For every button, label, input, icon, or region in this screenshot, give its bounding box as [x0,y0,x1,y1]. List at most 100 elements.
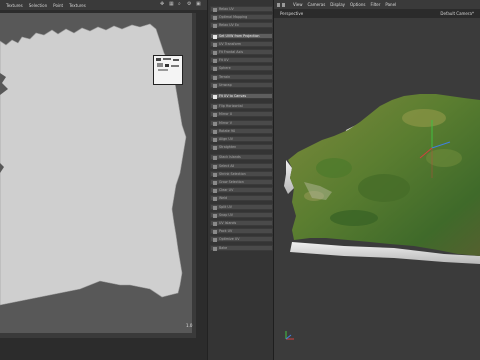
command-icon [213,222,217,226]
command-item[interactable]: Mirror V [210,119,273,126]
layout-icon[interactable]: ▣ [196,2,201,7]
command-item[interactable]: Bake [210,244,273,251]
viewport-menu-view[interactable]: View [293,2,303,7]
command-icon [213,16,217,21]
uv-horizontal-ruler[interactable] [0,333,196,338]
command-item[interactable]: Stack Islands [210,154,273,161]
command-item[interactable]: Optimize UV [210,236,273,243]
uv-menu-textures[interactable]: Textures [6,3,23,8]
command-item[interactable]: Weld [210,195,273,202]
command-item[interactable]: Snap UV [210,211,273,218]
command-item[interactable]: Clear UV [210,187,273,194]
viewport-panel: View Cameras Display Options Filter Pane… [274,0,480,360]
uv-canvas[interactable] [0,13,192,333]
command-item[interactable]: Align UV [210,136,273,142]
texture-preview-thumbnail[interactable] [153,55,183,85]
command-item[interactable]: Split UV [210,203,273,210]
command-item[interactable]: Set UVW from Projection [210,32,273,39]
command-item[interactable]: Flip Horizontal [210,103,273,110]
uv-toolbar-icons: ✥ ▦ ⌕ ⚙ ▣ [160,2,201,7]
command-icon [213,67,217,72]
command-item[interactable]: Fit UV [210,57,273,64]
move-icon[interactable]: ✥ [160,2,165,7]
command-item[interactable]: Optimal Mapping [210,14,273,21]
command-icon [213,8,217,12]
command-label: Split UV [219,204,233,209]
command-item[interactable]: Relax UV Ex [210,22,273,29]
viewport-menu-panel[interactable]: Panel [385,2,396,7]
command-label: Sphere [219,66,231,71]
command-label: Straighten [219,145,237,150]
command-icon [213,156,217,161]
command-label: Fit UV to Canvas [219,94,247,98]
gear-icon[interactable]: ⚙ [187,2,192,7]
command-icon [213,34,217,39]
command-label: Pack UV [219,229,233,234]
command-label: UV Islands [219,221,237,225]
command-item[interactable]: Sphere [210,65,273,72]
command-label: Align UV [219,137,233,141]
command-icon [213,95,217,99]
uv-menu-textures-2[interactable]: Textures [69,3,86,8]
command-icon [213,164,217,169]
viewport-camera-name[interactable]: Default Camera* [440,11,474,16]
uv-axis-max-label: 1.0 [186,323,193,328]
command-label: Optimal Mapping [219,15,248,20]
viewport-menu-options[interactable]: Options [350,2,365,7]
terrain-render [284,94,480,264]
command-icon [213,75,217,80]
command-item[interactable]: Grow Selection [210,179,273,185]
layout-icon[interactable] [277,2,280,7]
viewport-view-name: Perspective [280,11,304,16]
command-icon [213,205,217,210]
command-icon [213,189,217,194]
command-item[interactable]: Shrink Selection [210,170,273,177]
viewport-menu-display[interactable]: Display [330,2,345,7]
viewport-header: Perspective Default Camera* [274,9,480,18]
application-window: Textures Selection Point Textures ✥ ▦ ⌕ … [0,0,480,360]
command-icon [213,121,217,126]
command-item[interactable]: Fit UV to Canvas [210,93,273,99]
zoom-icon[interactable]: ⌕ [178,2,183,7]
command-label: Fit Frontal Axis [219,50,244,54]
command-label: Select All [219,163,235,168]
command-label: Stack Islands [219,155,241,160]
command-icon [213,42,217,47]
command-item[interactable]: UV Transform [210,40,273,47]
viewport-canvas[interactable] [274,18,480,360]
command-icon [213,51,217,55]
command-item[interactable]: UV Islands [210,220,273,226]
command-label: Shrink Selection [219,171,246,176]
uv-vertical-ruler[interactable] [192,13,196,333]
command-item[interactable]: Rotate 90 [210,127,273,134]
command-label: Bake [219,245,228,250]
command-label: Snap UV [219,212,234,217]
viewport-menu-filter[interactable]: Filter [370,2,380,7]
layout-icon[interactable] [282,2,285,7]
grid-icon[interactable]: ▦ [169,2,174,7]
command-item[interactable]: Terrain [210,73,273,80]
command-item[interactable]: Relax UV [210,6,273,12]
command-label: Set UVW from Projection [219,33,260,38]
command-icon [213,59,217,64]
command-label: Clear UV [219,188,234,193]
viewport-layout-icons [277,2,285,7]
command-label: Grow Selection [219,180,244,184]
texture-preview-image [154,56,182,84]
command-label: Terrain [219,74,231,79]
uv-menu-selection[interactable]: Selection [29,3,47,8]
world-axis-icon [285,331,294,340]
command-item[interactable]: Fit Frontal Axis [210,49,273,55]
command-item[interactable]: Unwrap [210,81,273,88]
command-item[interactable]: Select All [210,162,273,169]
command-item[interactable]: Pack UV [210,228,273,235]
command-item[interactable]: Mirror U [210,111,273,118]
command-icon [213,230,217,235]
uv-menu-point[interactable]: Point [53,3,63,8]
command-label: Flip Horizontal [219,104,243,109]
command-icon [213,105,217,110]
command-icon [213,83,217,88]
uv-commands-panel: Relax UV Optimal Mapping Relax UV Ex Set UV… [207,0,274,360]
command-item[interactable]: Straighten [210,144,273,151]
viewport-menu-cameras[interactable]: Cameras [308,2,326,7]
